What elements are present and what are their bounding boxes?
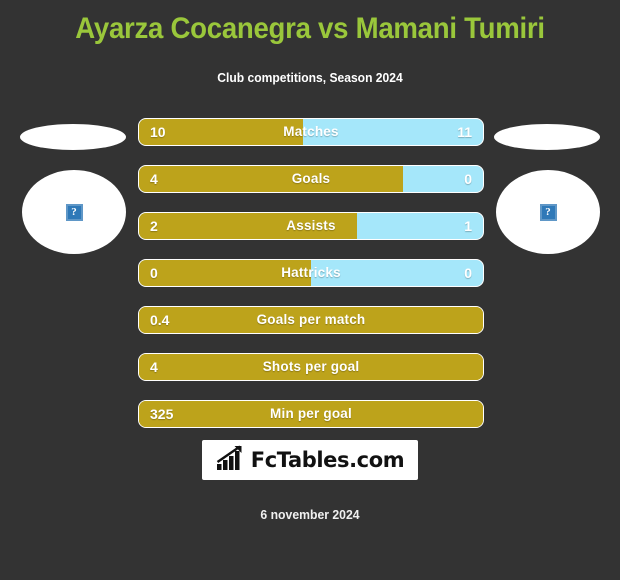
fctables-logo[interactable]: FcTables.com: [202, 440, 418, 480]
header: Ayarza Cocanegra vs Mamani Tumiri Club c…: [0, 0, 620, 85]
player-home-name: [20, 124, 126, 150]
stat-bar-row: 325 Min per goal: [138, 400, 484, 428]
stat-bar-row: 4 Goals 0: [138, 165, 484, 193]
page-subtitle: Club competitions, Season 2024: [217, 70, 403, 85]
stat-bar-list: 10 Matches 11 4 Goals 0 2 Assists 1 0 Hattricks 0 0.…: [138, 118, 484, 447]
comparison-stage: ? ? 10 Matches 11 4 Goals 0 2 Assists 1 0 Hattrick…: [0, 112, 620, 432]
stat-away-value: 0: [464, 265, 472, 281]
page-title: Ayarza Cocanegra vs Mamani Tumiri: [75, 12, 545, 45]
stat-label: Goals: [291, 171, 331, 186]
player-home-avatar: ?: [22, 170, 126, 254]
footer: FcTables.com 6 november 2024: [0, 440, 620, 522]
player-home[interactable]: ?: [8, 112, 138, 272]
stat-label: Goals per match: [256, 312, 366, 327]
stat-away-value: 0: [464, 171, 472, 187]
stat-bar-row: 0.4 Goals per match: [138, 306, 484, 334]
stat-bar-row: 2 Assists 1: [138, 212, 484, 240]
stat-label: Min per goal: [270, 406, 352, 421]
stat-bar-row: 4 Shots per goal: [138, 353, 484, 381]
stat-label: Shots per goal: [262, 359, 360, 374]
fctables-logo-text: FcTables.com: [250, 448, 405, 472]
stat-bar-row: 10 Matches 11: [138, 118, 484, 146]
player-away[interactable]: ?: [482, 112, 612, 272]
stat-label: Matches: [283, 124, 339, 139]
broken-image-icon: ?: [539, 203, 557, 221]
stat-away-value: 1: [464, 218, 472, 234]
bar-chart-arrow-icon: [216, 445, 246, 476]
stat-bar-row: 0 Hattricks 0: [138, 259, 484, 287]
stat-away-value: 11: [457, 124, 472, 140]
player-away-name: [494, 124, 600, 150]
match-date: 6 november 2024: [260, 507, 360, 522]
broken-image-icon: ?: [65, 203, 83, 221]
stat-label: Hattricks: [281, 265, 341, 280]
player-away-avatar: ?: [496, 170, 600, 254]
stat-label: Assists: [286, 218, 336, 233]
